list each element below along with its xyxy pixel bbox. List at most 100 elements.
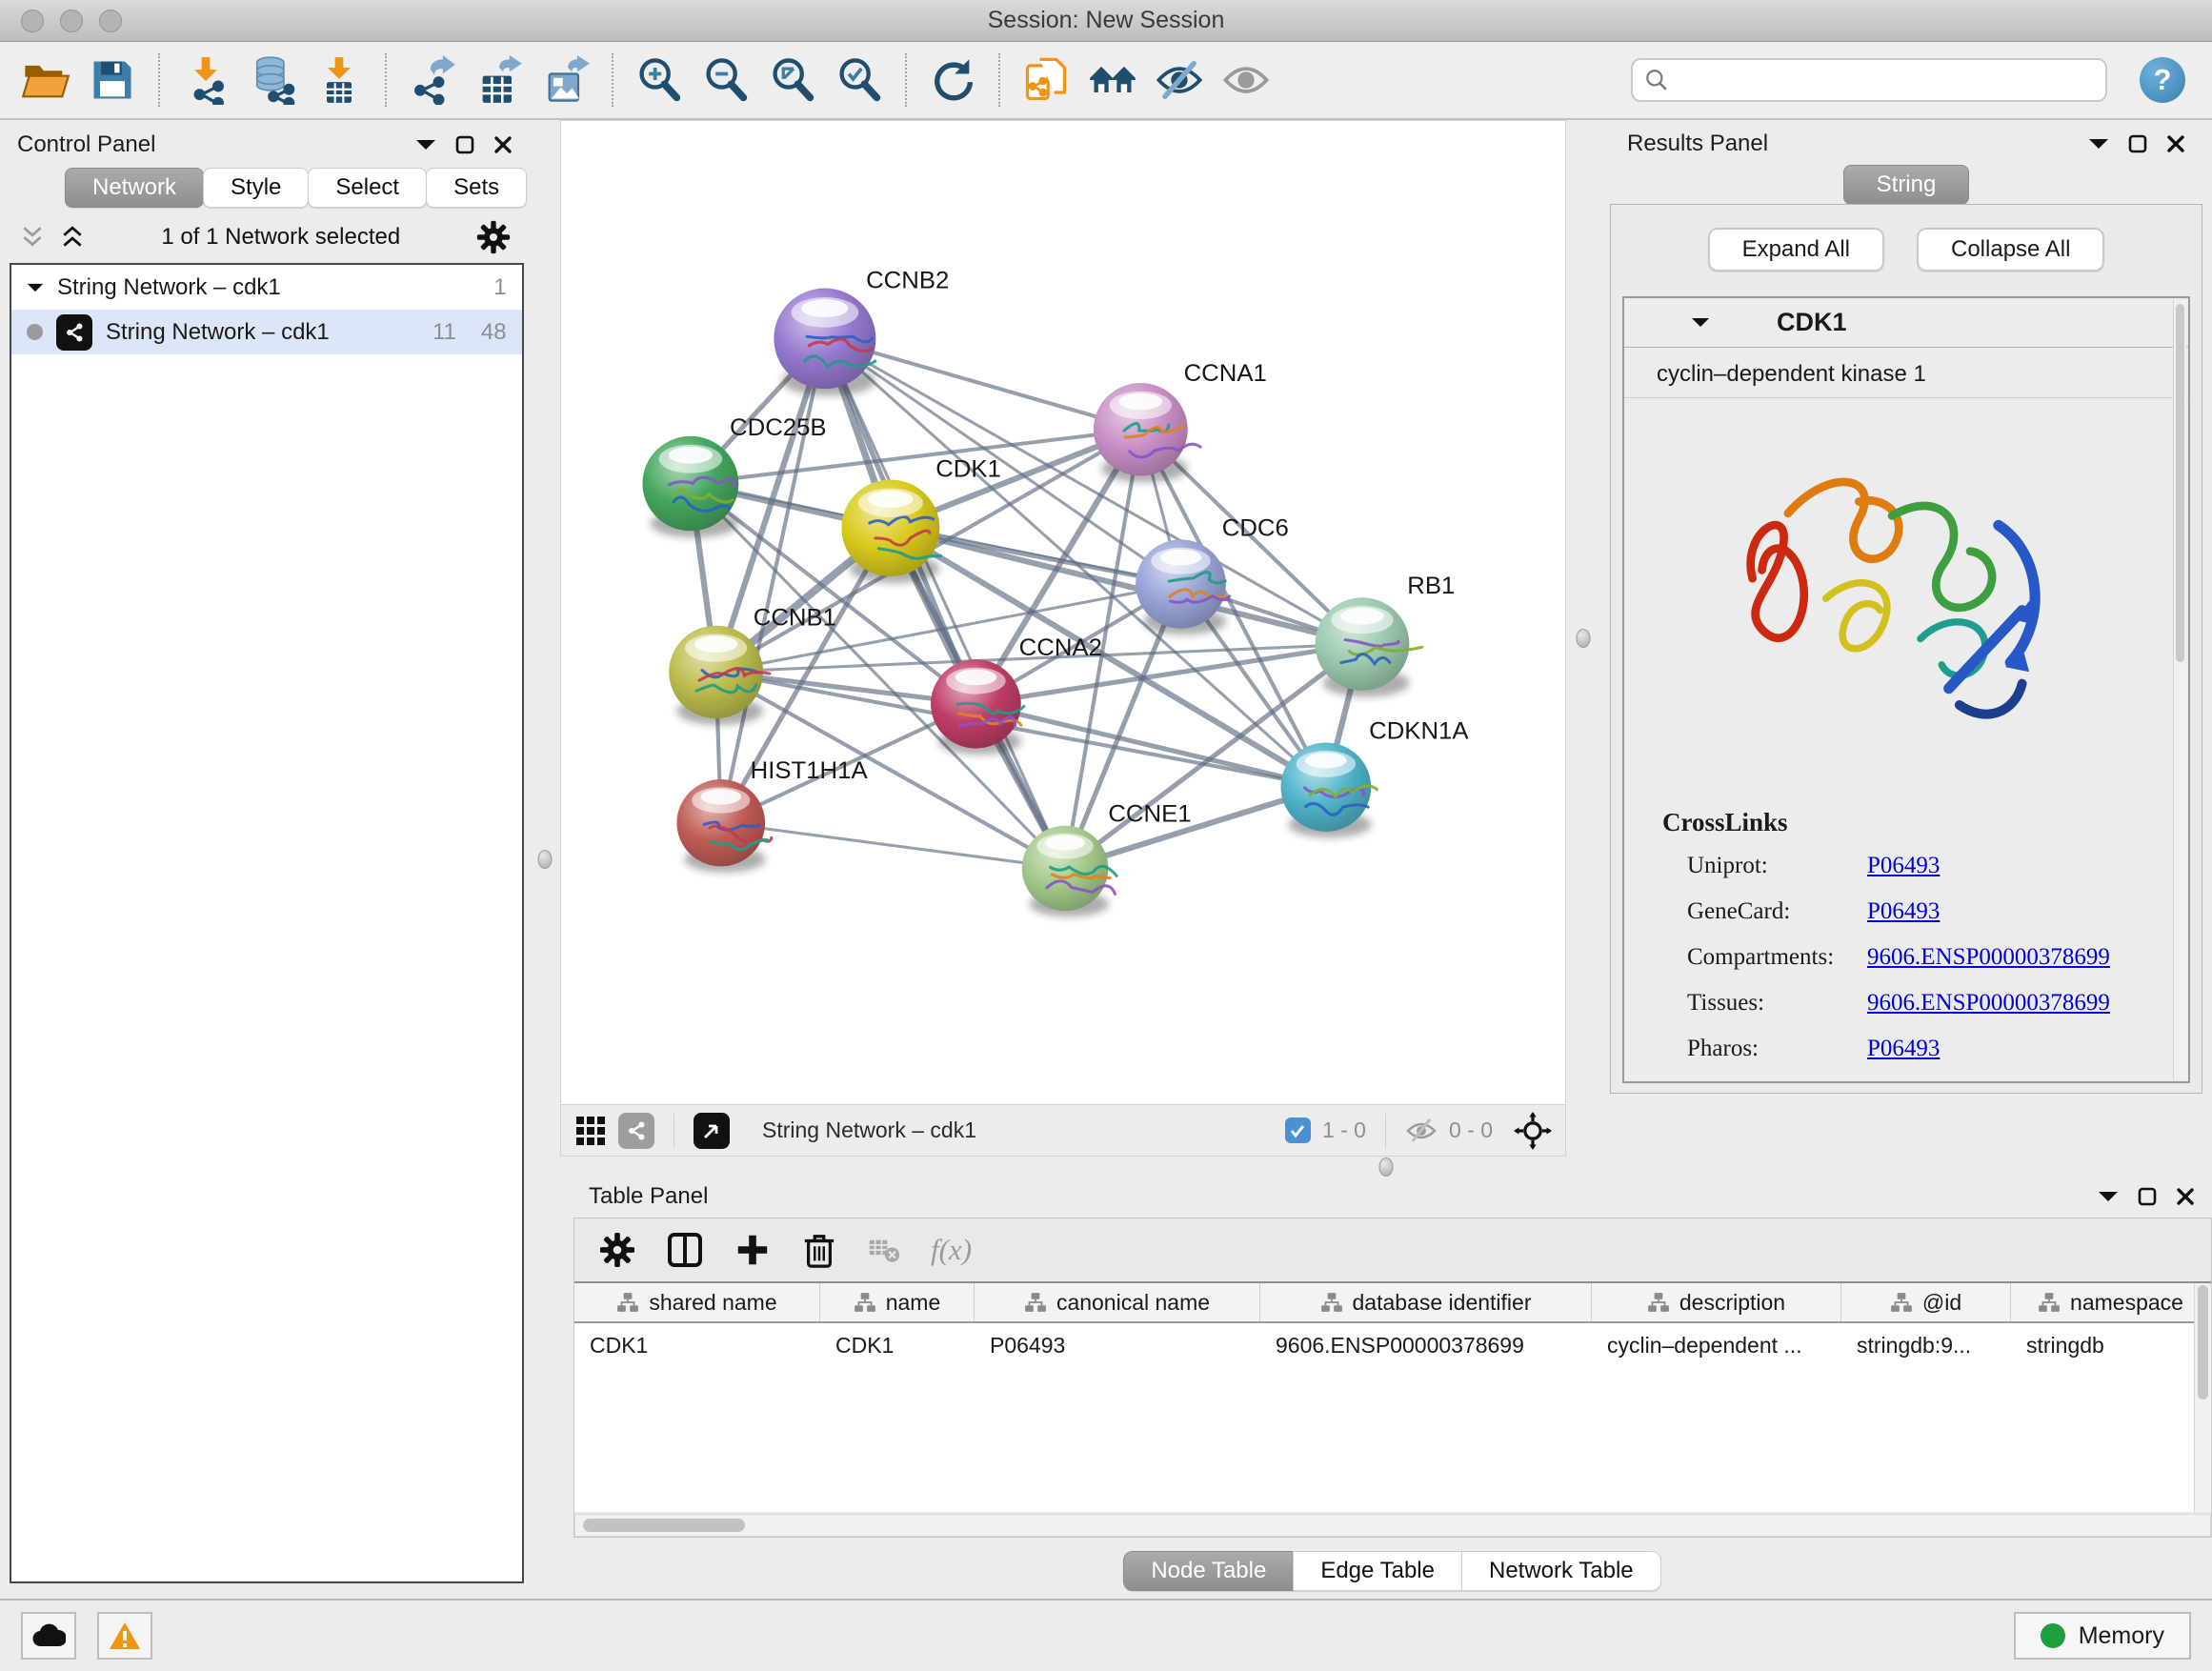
panel-close-icon[interactable]	[2166, 134, 2185, 153]
crosslink-value-link[interactable]: P06493	[1867, 853, 1940, 879]
network-node-CDKN1A[interactable]	[1281, 742, 1377, 837]
table-vertical-scrollbar-thumb[interactable]	[2198, 1285, 2208, 1399]
panel-float-icon[interactable]	[455, 135, 474, 154]
gear-icon[interactable]	[476, 220, 511, 254]
tab-network[interactable]: Network	[65, 168, 204, 208]
column-header-canonical-name[interactable]: canonical name	[975, 1283, 1260, 1321]
collapse-all-button[interactable]: Collapse All	[1917, 228, 2104, 272]
network-node-CDK1[interactable]	[841, 479, 940, 583]
warnings-button[interactable]	[97, 1612, 152, 1660]
results-scrollbar-thumb[interactable]	[2176, 304, 2184, 662]
window-zoom-button[interactable]	[99, 10, 122, 32]
table-cell[interactable]: cyclin–dependent ...	[1592, 1323, 1841, 1367]
bottom-splitter[interactable]	[560, 1157, 2212, 1178]
network-collection-row[interactable]: String Network – cdk1 1	[11, 265, 522, 310]
network-row[interactable]: String Network – cdk1 11 48	[11, 310, 522, 354]
zoom-out-button[interactable]	[695, 50, 756, 111]
search-input[interactable]	[1677, 67, 2094, 93]
grid-view-icon[interactable]	[574, 1115, 607, 1147]
column-header-id[interactable]: @id	[1841, 1283, 2011, 1321]
column-header-name[interactable]: name	[820, 1283, 975, 1321]
select-columns-icon[interactable]	[666, 1231, 704, 1269]
show-all-button[interactable]	[1216, 50, 1277, 111]
collapse-all-icon[interactable]	[19, 225, 46, 250]
panel-menu-icon[interactable]	[2088, 137, 2109, 151]
tab-edge-table[interactable]: Edge Table	[1293, 1551, 1462, 1591]
zoom-selected-button[interactable]	[829, 50, 890, 111]
table-cell[interactable]: CDK1	[574, 1323, 820, 1367]
column-header-database-identifier[interactable]: database identifier	[1260, 1283, 1592, 1321]
network-node-CCNB2[interactable]	[774, 289, 875, 396]
panel-float-icon[interactable]	[2128, 134, 2147, 153]
table-cell[interactable]: P06493	[975, 1323, 1260, 1367]
window-close-button[interactable]	[21, 10, 44, 32]
table-cell[interactable]: 9606.ENSP00000378699	[1260, 1323, 1592, 1367]
window-minimize-button[interactable]	[60, 10, 83, 32]
import-network-from-database-button[interactable]	[242, 50, 303, 111]
results-scrollbar[interactable]	[2173, 300, 2186, 1079]
table-horizontal-scrollbar-thumb[interactable]	[583, 1519, 745, 1532]
panel-close-icon[interactable]	[493, 135, 513, 154]
crosslink-value-link[interactable]: 9606.ENSP00000378699	[1867, 944, 2110, 971]
splitter-handle[interactable]	[1379, 1158, 1394, 1177]
crosshair-icon[interactable]	[1514, 1112, 1552, 1150]
open-session-button[interactable]	[15, 50, 76, 111]
left-splitter[interactable]	[530, 120, 560, 1599]
tab-string[interactable]: String	[1843, 165, 1970, 205]
network-badge-icon[interactable]	[618, 1113, 654, 1149]
zoom-fit-button[interactable]	[762, 50, 823, 111]
selected-checkbox-icon[interactable]	[1285, 1117, 1311, 1143]
column-header-namespace[interactable]: namespace	[2011, 1283, 2211, 1321]
network-edge-CCNB2-HIST1H1A[interactable]	[721, 338, 825, 822]
export-network-button[interactable]	[402, 50, 463, 111]
refresh-view-button[interactable]	[922, 50, 983, 111]
column-header-shared-name[interactable]: shared name	[574, 1283, 820, 1321]
expand-all-button[interactable]: Expand All	[1708, 228, 1884, 272]
panel-menu-icon[interactable]	[2098, 1190, 2119, 1203]
table-row[interactable]: CDK1CDK1P064939606.ENSP00000378699cyclin…	[574, 1323, 2211, 1367]
tab-style[interactable]: Style	[203, 168, 309, 208]
table-settings-gear-icon[interactable]	[599, 1232, 635, 1268]
tab-sets[interactable]: Sets	[426, 168, 527, 208]
network-canvas[interactable]: CCNB2CCNA1CDC25BCDK1CDC6RB1CCNB1CCNA2CDK…	[561, 121, 1565, 1104]
entry-header[interactable]: CDK1	[1624, 298, 2188, 348]
save-session-button[interactable]	[82, 50, 143, 111]
crosslink-value-link[interactable]: P06493	[1867, 1036, 1940, 1062]
table-cell[interactable]: stringdb	[2011, 1323, 2211, 1367]
zoom-in-button[interactable]	[629, 50, 690, 111]
table-cell[interactable]: CDK1	[820, 1323, 975, 1367]
crosslink-value-link[interactable]: 9606.ENSP00000378699	[1867, 990, 2110, 1017]
network-node-CDC6[interactable]	[1136, 539, 1229, 634]
first-neighbors-button[interactable]	[1082, 50, 1143, 111]
network-edge-HIST1H1A-CCNE1[interactable]	[721, 823, 1065, 869]
collection-expand-icon[interactable]	[27, 282, 44, 293]
export-image-button[interactable]	[535, 50, 596, 111]
clone-network-button[interactable]	[1016, 50, 1076, 111]
table-vertical-scrollbar[interactable]	[2194, 1283, 2211, 1512]
table-horizontal-scrollbar[interactable]	[574, 1514, 2211, 1537]
delete-column-icon[interactable]	[801, 1232, 837, 1268]
network-node-CCNA2[interactable]	[931, 659, 1024, 755]
table-cell[interactable]: stringdb:9...	[1841, 1323, 2011, 1367]
hide-selected-button[interactable]	[1149, 50, 1210, 111]
panel-float-icon[interactable]	[2138, 1187, 2157, 1206]
tab-network-table[interactable]: Network Table	[1461, 1551, 1661, 1591]
cloud-button[interactable]	[21, 1612, 76, 1660]
detach-view-icon[interactable]	[694, 1113, 730, 1149]
add-column-icon[interactable]	[734, 1232, 771, 1268]
help-button[interactable]: ?	[2140, 57, 2185, 103]
entry-collapse-icon[interactable]	[1691, 316, 1710, 329]
crosslink-value-link[interactable]: P06493	[1867, 898, 1940, 925]
panel-menu-icon[interactable]	[415, 138, 436, 151]
import-network-from-file-button[interactable]	[175, 50, 236, 111]
network-node-CDC25B[interactable]	[642, 436, 738, 537]
expand-all-icon[interactable]	[59, 225, 86, 250]
import-table-from-file-button[interactable]	[309, 50, 370, 111]
network-node-CCNA1[interactable]	[1094, 383, 1200, 482]
network-node-HIST1H1A[interactable]	[676, 779, 771, 873]
network-node-RB1[interactable]	[1316, 597, 1422, 696]
memory-button[interactable]: Memory	[2014, 1612, 2191, 1660]
tab-node-table[interactable]: Node Table	[1123, 1551, 1294, 1591]
export-table-button[interactable]	[469, 50, 530, 111]
column-header-description[interactable]: description	[1592, 1283, 1841, 1321]
